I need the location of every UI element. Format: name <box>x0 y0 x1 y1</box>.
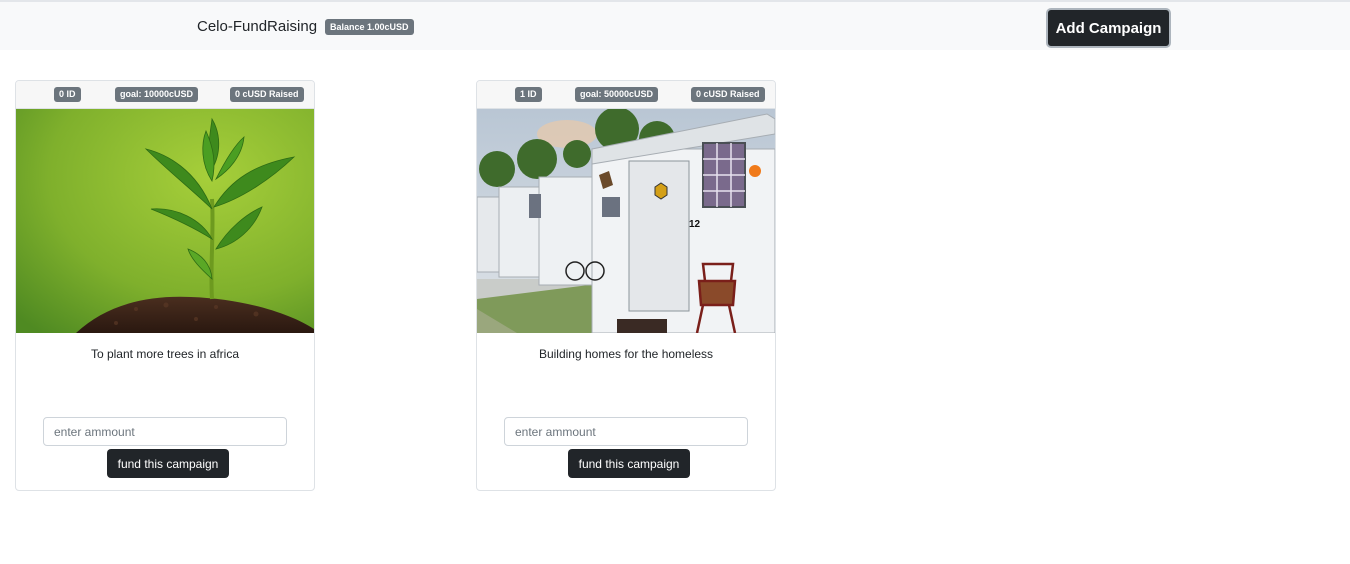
fund-campaign-button[interactable]: fund this campaign <box>568 449 690 478</box>
raised-badge: 0 cUSD Raised <box>691 87 765 102</box>
brand-title[interactable]: Celo-FundRaising <box>197 18 317 35</box>
campaign-description: To plant more trees in africa <box>90 347 240 361</box>
goal-badge: goal: 50000cUSD <box>575 87 659 102</box>
balance-badge: Balance 1.00cUSD <box>325 19 414 35</box>
id-badge: 1 ID <box>515 87 542 102</box>
id-badge: 0 ID <box>54 87 81 102</box>
goal-badge: goal: 10000cUSD <box>115 87 199 102</box>
campaign-image-homes: 12 <box>477 109 775 333</box>
svg-text:12: 12 <box>689 219 701 230</box>
raised-badge: 0 cUSD Raised <box>230 87 304 102</box>
campaign-card: 1 ID goal: 50000cUSD 0 cUSD Raised 12 Bu… <box>476 80 776 491</box>
navbar: Celo-FundRaising Balance 1.00cUSD Add Ca… <box>0 2 1350 50</box>
amount-input[interactable] <box>43 417 287 446</box>
card-header: 1 ID goal: 50000cUSD 0 cUSD Raised <box>477 81 775 109</box>
card-header: 0 ID goal: 10000cUSD 0 cUSD Raised <box>16 81 314 109</box>
add-campaign-button[interactable]: Add Campaign <box>1046 8 1171 48</box>
campaign-description: Building homes for the homeless <box>538 347 714 361</box>
campaign-card: 0 ID goal: 10000cUSD 0 cUSD Raised To pl… <box>15 80 315 491</box>
campaign-image-plant <box>16 109 314 333</box>
amount-input[interactable] <box>504 417 748 446</box>
fund-campaign-button[interactable]: fund this campaign <box>107 449 229 478</box>
